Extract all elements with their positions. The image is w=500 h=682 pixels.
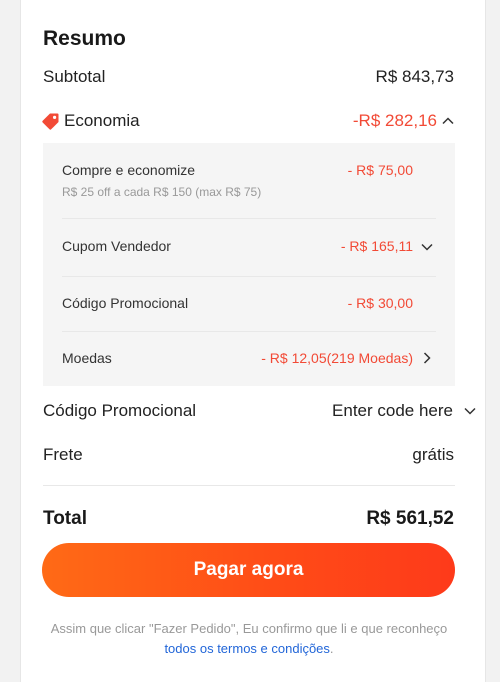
breakdown-label: Cupom Vendedor <box>62 238 171 254</box>
shipping-value: grátis <box>412 445 454 464</box>
promo-code-placeholder: Enter code here <box>332 401 453 420</box>
breakdown-row-coins[interactable]: Moedas - R$ 12,05(219 Moedas) <box>43 332 455 386</box>
total-value: R$ 561,52 <box>366 508 454 529</box>
disclaimer-end: . <box>329 641 334 656</box>
breakdown-label: Código Promocional <box>62 295 189 311</box>
breakdown-row-bundle: Compre e economize R$ 25 off a cada R$ 1… <box>43 143 455 218</box>
savings-breakdown: Compre e economize R$ 25 off a cada R$ 1… <box>43 143 455 386</box>
breakdown-row-promo-code: Código Promocional - R$ 30,00 <box>43 277 455 331</box>
breakdown-sublabel: R$ 25 off a cada R$ 150 (max R$ 75) <box>62 185 262 199</box>
summary-title: Resumo <box>43 27 126 50</box>
total-divider <box>43 485 455 486</box>
breakdown-label: Moedas <box>62 350 112 366</box>
chevron-right-icon <box>423 352 431 364</box>
subtotal-label: Subtotal <box>43 67 106 86</box>
shipping-label: Frete <box>43 445 83 464</box>
order-summary-card: Resumo Subtotal R$ 843,73 Economia -R$ 2… <box>20 0 486 682</box>
total-label: Total <box>43 508 87 529</box>
breakdown-value: - R$ 30,00 <box>347 295 413 311</box>
pay-now-button[interactable]: Pagar agora <box>42 543 455 597</box>
promo-code-label: Código Promocional <box>43 401 197 420</box>
breakdown-value: - R$ 12,05(219 Moedas) <box>261 350 413 366</box>
terms-disclaimer: Assim que clicar "Fazer Pedido", Eu conf… <box>43 619 455 659</box>
chevron-down-icon <box>421 243 433 251</box>
disclaimer-text: Assim que clicar "Fazer Pedido", Eu conf… <box>50 621 448 636</box>
subtotal-value: R$ 843,73 <box>375 67 454 86</box>
chevron-down-icon <box>464 407 476 415</box>
breakdown-value: - R$ 75,00 <box>347 162 413 178</box>
savings-toggle[interactable]: Economia -R$ 282,16 <box>42 111 455 131</box>
tag-icon <box>42 113 59 130</box>
breakdown-row-seller-coupon[interactable]: Cupom Vendedor - R$ 165,11 <box>43 219 455 276</box>
savings-value: -R$ 282,16 <box>352 111 437 130</box>
chevron-up-icon <box>442 117 454 125</box>
breakdown-value: - R$ 165,11 <box>340 238 413 254</box>
savings-label: Economia <box>64 111 140 130</box>
terms-link[interactable]: todos os termos e condições <box>164 641 329 656</box>
breakdown-label: Compre e economize <box>62 162 196 178</box>
